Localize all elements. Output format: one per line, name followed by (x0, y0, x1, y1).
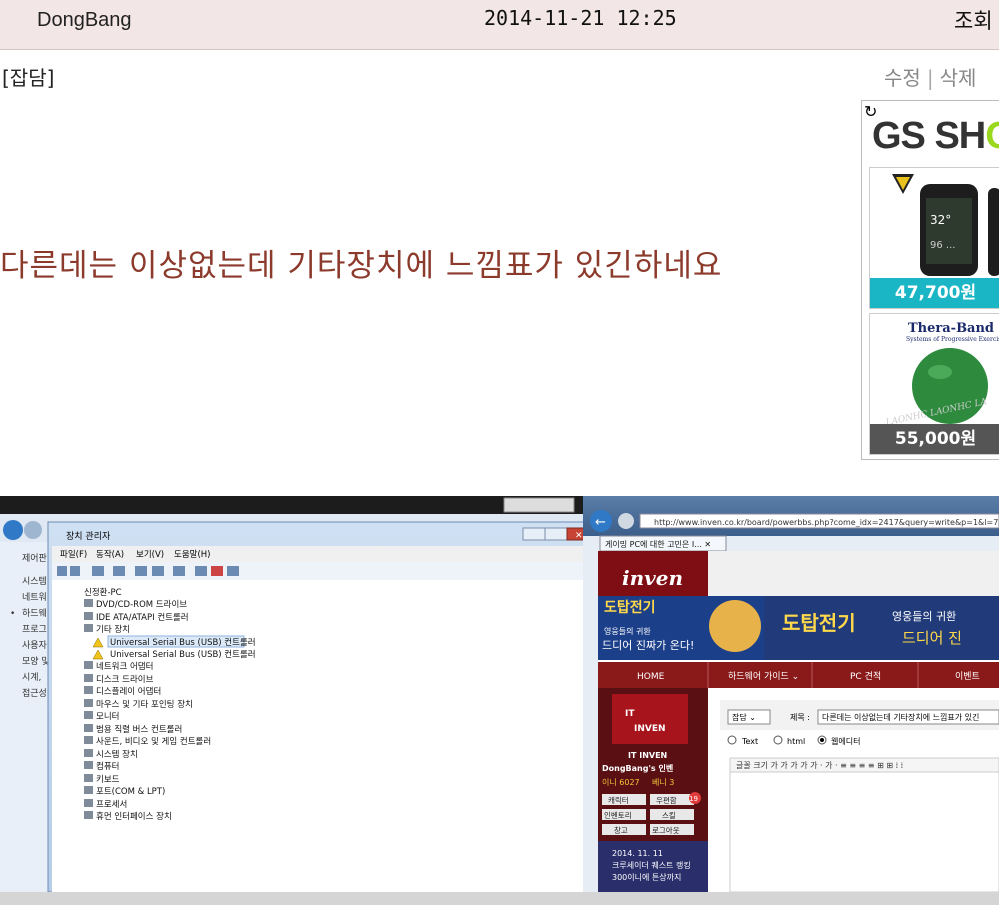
svg-text:사운드, 비디오 및 게임 컨트롤러: 사운드, 비디오 및 게임 컨트롤러 (96, 736, 211, 747)
svg-text:프로세서: 프로세서 (96, 800, 127, 810)
svg-text:영웅들의 귀환: 영웅들의 귀환 (604, 626, 651, 636)
svg-text:사용자: 사용자 (22, 640, 48, 651)
ad-product-card[interactable]: 32° 96 ... 47,700원 (869, 167, 999, 309)
svg-text:디스플레이 어댑터: 디스플레이 어댑터 (96, 686, 161, 697)
svg-text:네트워크 어댑터: 네트워크 어댑터 (96, 661, 153, 672)
action-separator: | (926, 66, 934, 90)
svg-text:보기(V): 보기(V) (136, 550, 164, 560)
svg-text:글꼴 크기 가 가 가 가 가 · 가: 글꼴 크기 가 가 가 가 가 · 가 · ≡ ≡ ≡ ≡ ⊞ ⊞ ⁞ ⁞ (736, 761, 903, 770)
svg-text:컴퓨터: 컴퓨터 (96, 761, 119, 772)
svg-text:신정환-PC: 신정환-PC (84, 587, 122, 598)
svg-text:휴먼 인터페이스 장치: 휴먼 인터페이스 장치 (96, 811, 172, 822)
svg-text:Text: Text (741, 737, 758, 746)
svg-text:범용 직렬 버스 컨트롤러: 범용 직렬 버스 컨트롤러 (96, 724, 182, 735)
svg-text:이니 6027: 이니 6027 (602, 777, 640, 787)
ad-brand-logo: GS SHOP (872, 115, 999, 157)
svg-text:인벤토리: 인벤토리 (604, 810, 632, 820)
svg-text:300이니에 튼상까지: 300이니에 튼상까지 (612, 872, 681, 882)
embedded-screenshot: 제어판 시스템 네트워 • 하드웨 프로그 사용자 모양 및 시계, 접근성 장치… (0, 496, 999, 892)
svg-text:19: 19 (689, 795, 698, 803)
svg-text:DongBang's 인벤: DongBang's 인벤 (602, 763, 673, 773)
svg-text:Universal Serial Bus (USB) 컨트롤: Universal Serial Bus (USB) 컨트롤러 (110, 649, 256, 660)
ad-price: 55,000원 (870, 424, 999, 454)
exercise-ball-image: Thera-Band Systems of Progressive Exerci… (870, 314, 999, 424)
svg-text:•: • (10, 609, 15, 619)
svg-text:키보드: 키보드 (96, 775, 120, 785)
svg-text:웹에디터: 웹에디터 (831, 737, 860, 746)
svg-text:←: ← (595, 515, 606, 530)
svg-text:DVD/CD-ROM 드라이브: DVD/CD-ROM 드라이브 (96, 599, 187, 610)
svg-text:디스크 드라이브: 디스크 드라이브 (96, 674, 154, 685)
svg-text:http://www.inven.co.kr/board/p: http://www.inven.co.kr/board/powerbbs.ph… (654, 518, 999, 527)
svg-text:드디어 진짜가 온다!: 드디어 진짜가 온다! (602, 639, 694, 652)
svg-text:로그아웃: 로그아웃 (652, 825, 680, 835)
svg-text:INVEN: INVEN (634, 724, 666, 734)
svg-text:32°: 32° (930, 213, 951, 227)
svg-text:캐릭터: 캐릭터 (608, 796, 629, 805)
bottom-bar (0, 892, 999, 905)
svg-text:네트워: 네트워 (22, 592, 47, 603)
svg-text:Systems of Progressive Exercis: Systems of Progressive Exercise (906, 336, 999, 343)
svg-text:다른데는 이상없는데 기타장치에 느낌표가 있긴: 다른데는 이상없는데 기타장치에 느낌표가 있긴 (822, 712, 979, 722)
edit-link[interactable]: 수정 (884, 66, 921, 90)
svg-text:IT INVEN: IT INVEN (628, 751, 667, 760)
delete-link[interactable]: 삭제 (940, 66, 977, 90)
svg-text:영웅들의 귀환: 영웅들의 귀환 (892, 610, 956, 623)
svg-text:html: html (787, 737, 805, 746)
svg-text:시계,: 시계, (22, 671, 41, 683)
svg-text:우편함: 우편함 (656, 795, 677, 805)
svg-text:도탑전기: 도탑전기 (782, 611, 856, 635)
svg-text:게이밍 PC에 대한 고민은 I... ✕: 게이밍 PC에 대한 고민은 I... ✕ (605, 539, 711, 549)
svg-text:96 ...: 96 ... (930, 240, 955, 251)
svg-text:시스템 장치: 시스템 장치 (96, 749, 138, 760)
svg-text:접근성: 접근성 (22, 687, 47, 699)
svg-text:제목 :: 제목 : (790, 713, 810, 722)
post-header-bar: DongBang 2014-11-21 12:25 조회 (0, 0, 999, 50)
svg-text:PC 견적: PC 견적 (850, 670, 881, 682)
svg-text:모니터: 모니터 (96, 711, 119, 722)
post-datetime: 2014-11-21 12:25 (484, 6, 677, 30)
svg-text:마우스 및 기타 포인팅 장치: 마우스 및 기타 포인팅 장치 (96, 699, 193, 710)
svg-text:베니 3: 베니 3 (652, 777, 674, 787)
gps-device-image: 32° 96 ... (870, 168, 999, 278)
post-actions: 수정 | 삭제 (884, 62, 976, 91)
svg-text:드디어 진: 드디어 진 (902, 629, 962, 647)
svg-text:✕: ✕ (575, 531, 583, 541)
svg-text:inven: inven (622, 566, 683, 590)
device-manager-title: 장치 관리자 (66, 530, 111, 542)
svg-text:잡담 ⌄: 잡담 ⌄ (732, 712, 756, 722)
svg-text:기타 장치: 기타 장치 (96, 624, 130, 635)
svg-text:제어판: 제어판 (22, 553, 47, 564)
svg-text:크루세이더 퀘스트 랭킹: 크루세이더 퀘스트 랭킹 (612, 860, 691, 870)
svg-text:이벤트: 이벤트 (955, 671, 980, 682)
svg-text:파일(F): 파일(F) (60, 550, 87, 560)
svg-text:IDE ATA/ATAPI 컨트롤러: IDE ATA/ATAPI 컨트롤러 (96, 612, 189, 623)
svg-text:IT: IT (625, 709, 635, 719)
svg-text:Thera-Band: Thera-Band (908, 321, 994, 336)
svg-text:도탑전기: 도탑전기 (604, 599, 656, 616)
svg-text:시스템: 시스템 (22, 575, 47, 587)
svg-text:창고: 창고 (614, 826, 628, 835)
svg-text:하드웨: 하드웨 (22, 607, 47, 619)
gs-shop-ad[interactable]: ↻ GS SHOP 32° 96 ... 47,700원 Thera-Band … (861, 100, 999, 460)
post-category: [잡담] (2, 66, 55, 90)
svg-text:프로그: 프로그 (22, 625, 47, 635)
svg-text:2014. 11. 11: 2014. 11. 11 (612, 849, 663, 858)
svg-text:HOME: HOME (637, 672, 665, 682)
post-author[interactable]: DongBang (37, 9, 132, 32)
svg-text:도움말(H): 도움말(H) (174, 549, 210, 560)
svg-text:스킬: 스킬 (662, 811, 676, 820)
svg-text:Universal Serial Bus (USB) 컨트롤: Universal Serial Bus (USB) 컨트롤러 (110, 637, 256, 648)
svg-text:포트(COM & LPT): 포트(COM & LPT) (96, 787, 165, 797)
post-body-text: 다른데는 이상없는데 기타장치에 느낌표가 있긴하네요 (0, 248, 723, 284)
ad-product-card[interactable]: Thera-Band Systems of Progressive Exerci… (869, 313, 999, 455)
svg-text:모양 및: 모양 및 (22, 655, 50, 667)
post-views-label: 조회 (954, 9, 993, 33)
svg-text:동작(A): 동작(A) (96, 549, 124, 560)
ad-price: 47,700원 (870, 278, 999, 308)
svg-text:하드웨어 가이드 ⌄: 하드웨어 가이드 ⌄ (728, 670, 799, 682)
